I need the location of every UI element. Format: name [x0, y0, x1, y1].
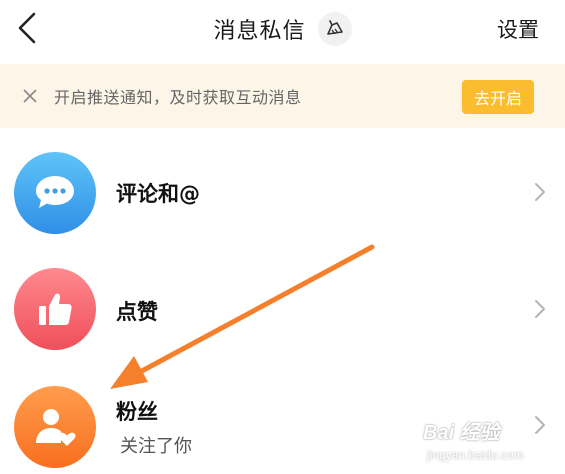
fans-label: 粉丝: [116, 400, 158, 424]
broom-icon: [326, 20, 343, 35]
page-title: 消息私信: [213, 19, 306, 44]
banner-close-button[interactable]: [22, 88, 38, 104]
comments-label: 评论和@: [116, 182, 200, 206]
chevron-right-icon: [535, 416, 545, 434]
likes-label: 点赞: [116, 300, 158, 324]
list-item-fans[interactable]: 粉丝 关注了你: [0, 370, 565, 474]
fans-avatar: [14, 386, 96, 468]
list-item-likes[interactable]: 点赞: [0, 254, 565, 364]
settings-button[interactable]: 设置: [497, 14, 539, 44]
top-bar: 消息私信 设置: [0, 0, 565, 58]
user-heart-icon: [36, 409, 76, 446]
list-item-comments[interactable]: 评论和@: [0, 138, 565, 248]
enable-push-button[interactable]: 去开启: [462, 80, 534, 114]
chevron-right-icon: [535, 183, 545, 201]
close-icon: [23, 89, 37, 103]
comments-avatar: [14, 152, 96, 234]
clean-button[interactable]: [317, 12, 352, 46]
chat-bubble-icon: [36, 176, 74, 208]
chevron-right-icon: [535, 300, 545, 318]
thumbs-up-icon: [39, 293, 72, 325]
likes-avatar: [14, 268, 96, 350]
fans-subtitle: 关注了你: [120, 436, 192, 457]
banner-text: 开启推送通知，及时获取互动消息: [54, 88, 302, 107]
